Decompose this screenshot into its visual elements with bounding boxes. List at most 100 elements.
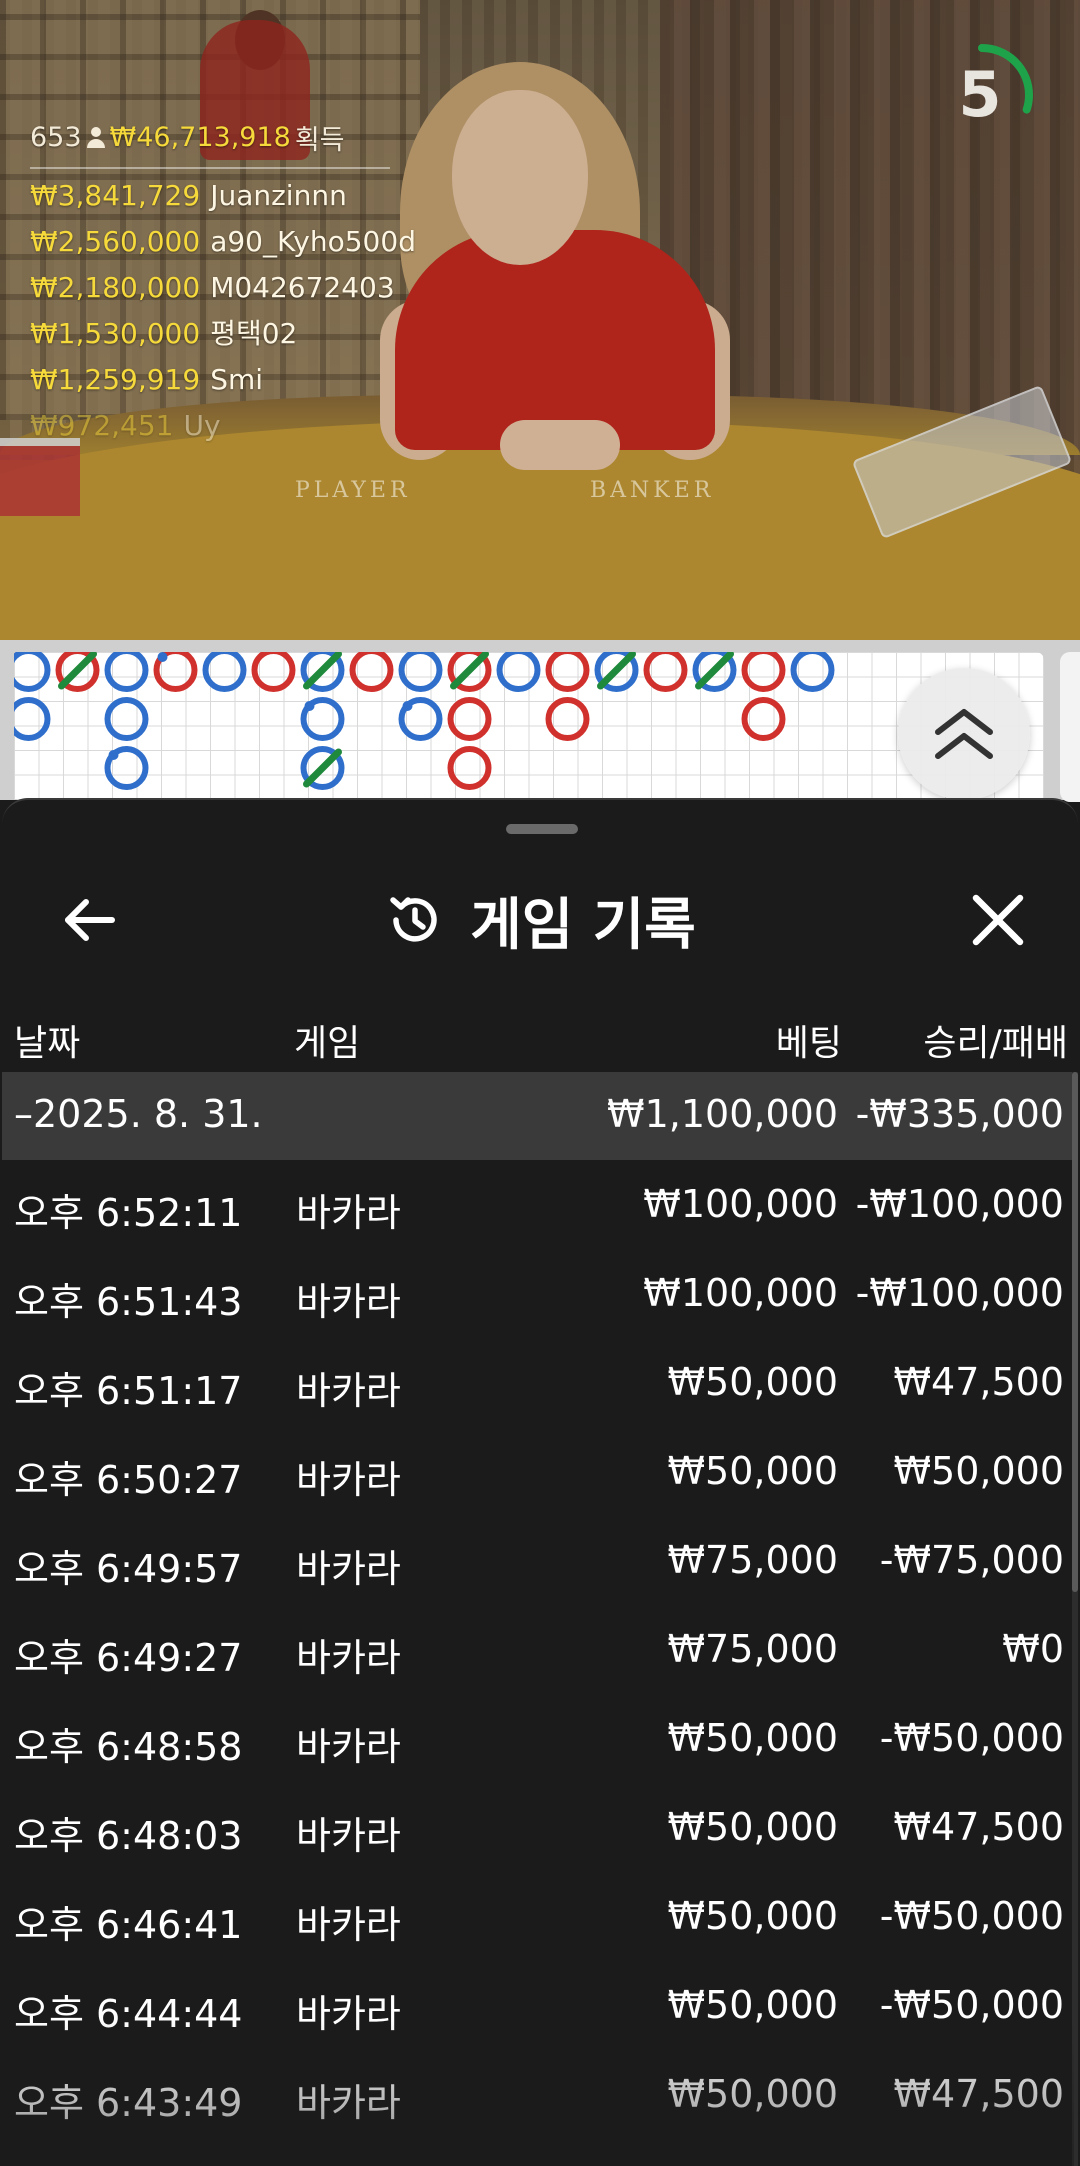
- row-time: 오후 6:49:27: [14, 1636, 243, 1680]
- row-time: 오후 6:51:43: [14, 1280, 243, 1324]
- leaderboard-name: Uy: [183, 409, 221, 442]
- close-button[interactable]: [960, 882, 1036, 958]
- row-game: 바카라: [296, 1547, 401, 1591]
- row-time: 오후 6:49:57: [14, 1547, 243, 1591]
- row-time: 오후 6:48:03: [14, 1814, 243, 1858]
- row-game: 바카라: [296, 1725, 401, 1769]
- side-road-edge: [1060, 652, 1080, 802]
- row-game: 바카라: [296, 1992, 401, 2036]
- header-bet: 베팅: [775, 1023, 842, 1064]
- leaderboard-amount: ₩1,530,000: [30, 317, 201, 350]
- sheet-drag-handle[interactable]: [506, 824, 578, 834]
- row-game: 바카라: [296, 1814, 401, 1858]
- leaderboard-name: 평택02: [210, 317, 298, 350]
- leaderboard-row: ₩3,841,729 Juanzinnn: [30, 173, 416, 219]
- sheet-header: 게임 기록: [2, 860, 1078, 980]
- player-pair-dot: [108, 750, 119, 760]
- row-bet: ₩50,000: [667, 1360, 838, 1404]
- row-game: 바카라: [296, 1280, 401, 1324]
- history-rows: 오후 6:52:11 바카라 ₩100,000 -₩100,000 오후 6:5…: [2, 1160, 1074, 2139]
- history-icon: [390, 897, 437, 942]
- row-win-loss: -₩50,000: [879, 1716, 1064, 1760]
- row-time: 오후 6:44:44: [14, 1992, 243, 2036]
- table-row[interactable]: 오후 6:49:27 바카라 ₩75,000 ₩0: [2, 1605, 1074, 1694]
- row-bet: ₩50,000: [667, 1449, 838, 1493]
- timer-value: 5: [958, 58, 1002, 131]
- tie-slash-mark: [303, 748, 342, 788]
- back-button[interactable]: [52, 882, 128, 958]
- leaderboard-divider: [30, 167, 390, 169]
- double-chevron-up-icon: [935, 709, 993, 759]
- leaderboard-name: Juanzinnn: [210, 179, 347, 212]
- player-pair-dot: [157, 652, 168, 662]
- group-bet-total: ₩1,100,000: [607, 1092, 838, 1136]
- banker-road-mark: [741, 652, 786, 692]
- row-bet: ₩75,000: [667, 1538, 838, 1582]
- banker-road-mark: [545, 697, 590, 741]
- table-row[interactable]: 오후 6:44:44 바카라 ₩50,000 -₩50,000: [2, 1961, 1074, 2050]
- player-road-mark: [398, 652, 443, 692]
- banker-road-mark: [251, 652, 296, 692]
- table-row[interactable]: 오후 6:46:41 바카라 ₩50,000 -₩50,000: [2, 1872, 1074, 1961]
- row-game: 바카라: [296, 1369, 401, 1413]
- row-bet: ₩50,000: [667, 2072, 838, 2116]
- banker-road-mark: [349, 652, 394, 692]
- row-game: 바카라: [296, 1458, 401, 1502]
- row-game: 바카라: [296, 1636, 401, 1680]
- table-row[interactable]: 오후 6:43:49 바카라 ₩50,000 ₩47,500: [2, 2050, 1074, 2139]
- live-video: PLAYER BANKER 653 ₩46,713,918 획득 ₩3,841,…: [0, 0, 1080, 640]
- group-win-loss-total: -₩335,000: [855, 1092, 1064, 1136]
- table-header: 날짜 게임 베팅 승리/패배: [2, 988, 1078, 1084]
- date-group-row[interactable]: –2025. 8. 31. ₩1,100,000 -₩335,000: [2, 1072, 1074, 1160]
- banker-road-mark: [447, 697, 492, 741]
- big-road-grid[interactable]: [14, 652, 1044, 800]
- player-road-mark: [14, 652, 51, 692]
- row-game: 바카라: [296, 2081, 401, 2125]
- row-win-loss: ₩0: [1002, 1627, 1064, 1671]
- row-time: 오후 6:51:17: [14, 1369, 243, 1413]
- leaderboard-name: a90_Kyho500d: [210, 225, 416, 258]
- leaderboard-player-count: 653: [30, 122, 82, 153]
- table-row[interactable]: 오후 6:48:03 바카라 ₩50,000 ₩47,500: [2, 1783, 1074, 1872]
- leaderboard-name: Smi: [210, 363, 264, 396]
- row-time: 오후 6:48:58: [14, 1725, 243, 1769]
- player-road-mark: [496, 652, 541, 692]
- tie-slash-mark: [303, 652, 342, 690]
- arrow-left-icon: [65, 899, 115, 941]
- table-row[interactable]: 오후 6:49:57 바카라 ₩75,000 -₩75,000: [2, 1516, 1074, 1605]
- table-row[interactable]: 오후 6:51:43 바카라 ₩100,000 -₩100,000: [2, 1249, 1074, 1338]
- group-date: –2025. 8. 31.: [14, 1092, 263, 1136]
- banker-road-mark: [741, 697, 786, 741]
- row-bet: ₩50,000: [667, 1894, 838, 1938]
- row-bet: ₩100,000: [643, 1271, 838, 1315]
- table-row[interactable]: 오후 6:51:17 바카라 ₩50,000 ₩47,500: [2, 1338, 1074, 1427]
- person-icon: [86, 126, 106, 149]
- leaderboard-row: ₩972,451 Uy: [30, 403, 416, 449]
- table-row[interactable]: 오후 6:48:58 바카라 ₩50,000 -₩50,000: [2, 1694, 1074, 1783]
- leaderboard-suffix: 획득: [294, 125, 345, 156]
- close-icon: [972, 894, 1024, 946]
- leaderboard-row: ₩1,530,000 평택02: [30, 311, 416, 357]
- tie-slash-mark: [597, 652, 636, 690]
- row-win-loss: ₩47,500: [893, 1805, 1064, 1849]
- leaderboard-amount: ₩972,451: [30, 409, 174, 442]
- leaderboard-row: ₩1,259,919 Smi: [30, 357, 416, 403]
- leaderboard-total: ₩46,713,918: [109, 122, 291, 153]
- row-bet: ₩100,000: [643, 1182, 838, 1226]
- header-win-loss: 승리/패배: [923, 1023, 1068, 1064]
- player-road-mark: [104, 652, 149, 692]
- sheet-title: 게임 기록: [470, 892, 696, 958]
- row-win-loss: -₩100,000: [855, 1182, 1064, 1226]
- header-date: 날짜: [14, 1023, 81, 1064]
- tie-slash-mark: [450, 652, 489, 690]
- header-game: 게임: [294, 1023, 361, 1064]
- leaderboard-amount: ₩3,841,729: [30, 179, 201, 212]
- table-row[interactable]: 오후 6:52:11 바카라 ₩100,000 -₩100,000: [2, 1160, 1074, 1249]
- row-time: 오후 6:43:49: [14, 2081, 243, 2125]
- leaderboard-amount: ₩1,259,919: [30, 363, 201, 396]
- player-road-mark: [202, 652, 247, 692]
- tie-slash-mark: [695, 652, 734, 690]
- row-game: 바카라: [296, 1191, 401, 1235]
- expand-up-button[interactable]: [898, 668, 1030, 800]
- table-row[interactable]: 오후 6:50:27 바카라 ₩50,000 ₩50,000: [2, 1427, 1074, 1516]
